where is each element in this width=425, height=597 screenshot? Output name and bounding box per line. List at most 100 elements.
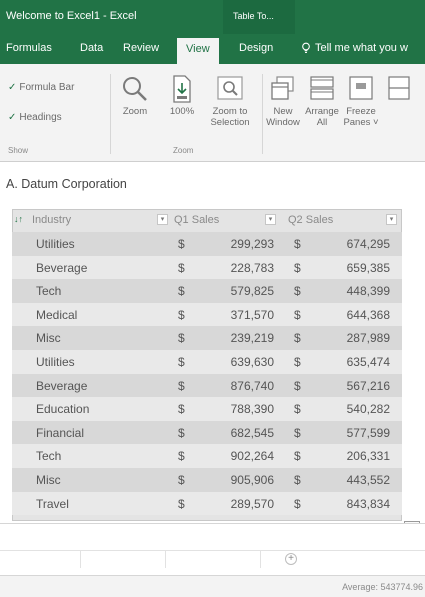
cell-industry[interactable]: Tech xyxy=(36,449,61,463)
checkmark-icon: ✓ xyxy=(8,82,17,93)
cell-q2-sales[interactable]: 206,331 xyxy=(347,449,390,463)
cell-currency-q1[interactable]: $ xyxy=(178,284,185,298)
cell-q1-sales[interactable]: 788,390 xyxy=(231,402,274,416)
cell-currency-q1[interactable]: $ xyxy=(178,402,185,416)
filter-dropdown-q2[interactable]: ▾ xyxy=(386,214,397,225)
zoom-100-button[interactable]: 100% xyxy=(164,74,200,117)
cell-currency-q1[interactable]: $ xyxy=(178,497,185,511)
tab-design[interactable]: Design xyxy=(239,42,273,54)
filter-dropdown-q1[interactable]: ▾ xyxy=(265,214,276,225)
cell-industry[interactable]: Travel xyxy=(36,497,69,511)
cell-q1-sales[interactable]: 876,740 xyxy=(231,379,274,393)
table-row[interactable]: Beverage $876,740 $567,216 xyxy=(12,373,402,398)
table-row[interactable]: Utilities $299,293 $674,295 xyxy=(12,232,402,256)
cell-q1-sales[interactable]: 682,545 xyxy=(231,426,274,440)
table-row[interactable]: Medical $371,570 $644,368 xyxy=(12,302,402,327)
header-q1-sales: Q1 Sales xyxy=(174,214,220,226)
cell-q2-sales[interactable]: 448,399 xyxy=(347,284,390,298)
table-row[interactable]: Tech $579,825 $448,399 xyxy=(12,279,402,303)
cell-industry[interactable]: Misc xyxy=(36,473,61,487)
show-group-label: Show xyxy=(8,146,29,155)
cell-q1-sales[interactable]: 239,219 xyxy=(231,331,274,345)
cell-q2-sales[interactable]: 635,474 xyxy=(347,355,390,369)
cell-currency-q2[interactable]: $ xyxy=(294,379,301,393)
lightbulb-icon xyxy=(302,42,310,53)
table-row[interactable]: Beverage $228,783 $659,385 xyxy=(12,255,402,280)
table-row[interactable]: Tech $902,264 $206,331 xyxy=(12,444,402,468)
arrange-all-button[interactable]: Arrange All xyxy=(303,74,341,128)
cell-q1-sales[interactable]: 902,264 xyxy=(231,449,274,463)
cell-currency-q2[interactable]: $ xyxy=(294,331,301,345)
cell-q1-sales[interactable]: 299,293 xyxy=(231,237,274,251)
sheet-title-cell[interactable]: A. Datum Corporation xyxy=(6,177,127,191)
cell-q2-sales[interactable]: 843,834 xyxy=(347,497,390,511)
cell-industry[interactable]: Tech xyxy=(36,284,61,298)
cell-currency-q2[interactable]: $ xyxy=(294,308,301,322)
zoom-button[interactable]: Zoom xyxy=(118,74,152,117)
cell-industry[interactable]: Misc xyxy=(36,331,61,345)
zoom-to-selection-button[interactable]: Zoom to Selection xyxy=(198,74,262,128)
cell-currency-q2[interactable]: $ xyxy=(294,426,301,440)
tab-review[interactable]: Review xyxy=(123,42,159,54)
cell-currency-q1[interactable]: $ xyxy=(178,426,185,440)
cell-currency-q2[interactable]: $ xyxy=(294,449,301,463)
cell-q2-sales[interactable]: 674,295 xyxy=(347,237,390,251)
cell-q1-sales[interactable]: 228,783 xyxy=(231,261,274,275)
cell-currency-q1[interactable]: $ xyxy=(178,473,185,487)
cell-q2-sales[interactable]: 540,282 xyxy=(347,402,390,416)
headings-checkbox[interactable]: ✓ Headings xyxy=(8,112,62,123)
cell-q2-sales[interactable]: 567,216 xyxy=(347,379,390,393)
cell-currency-q1[interactable]: $ xyxy=(178,379,185,393)
cell-currency-q2[interactable]: $ xyxy=(294,497,301,511)
tab-view[interactable]: View xyxy=(177,38,219,64)
add-sheet-icon[interactable]: + xyxy=(285,553,297,565)
cell-q1-sales[interactable]: 289,570 xyxy=(231,497,274,511)
formula-bar-checkbox[interactable]: ✓ Formula Bar xyxy=(8,82,74,93)
cell-q2-sales[interactable]: 659,385 xyxy=(347,261,390,275)
freeze-panes-button[interactable]: Freeze Panes ˅ xyxy=(343,74,379,128)
cell-currency-q1[interactable]: $ xyxy=(178,261,185,275)
cell-currency-q2[interactable]: $ xyxy=(294,473,301,487)
cell-currency-q2[interactable]: $ xyxy=(294,355,301,369)
table-row[interactable]: Education $788,390 $540,282 xyxy=(12,397,402,421)
table-row[interactable]: Misc $905,906 $443,552 xyxy=(12,467,402,492)
new-window-button[interactable]: New Window xyxy=(265,74,301,128)
cell-q2-sales[interactable]: 577,599 xyxy=(347,426,390,440)
cell-currency-q1[interactable]: $ xyxy=(178,308,185,322)
group-divider xyxy=(110,74,111,154)
cell-industry[interactable]: Utilities xyxy=(36,237,75,251)
cell-currency-q2[interactable]: $ xyxy=(294,284,301,298)
split-button[interactable] xyxy=(384,74,414,106)
table-row[interactable]: Travel $289,570 $843,834 xyxy=(12,491,402,516)
cell-industry[interactable]: Financial xyxy=(36,426,84,440)
table-row[interactable]: Misc $239,219 $287,989 xyxy=(12,326,402,350)
tell-me-search[interactable]: Tell me what you w xyxy=(300,42,408,54)
tab-data[interactable]: Data xyxy=(80,42,103,54)
filter-dropdown-industry[interactable]: ▾ xyxy=(157,214,168,225)
cell-currency-q2[interactable]: $ xyxy=(294,237,301,251)
cell-industry[interactable]: Beverage xyxy=(36,379,87,393)
tab-formulas[interactable]: Formulas xyxy=(6,42,52,54)
table-row[interactable]: Utilities $639,630 $635,474 xyxy=(12,349,402,374)
cell-currency-q1[interactable]: $ xyxy=(178,449,185,463)
table-row[interactable]: Financial $682,545 $577,599 xyxy=(12,420,402,445)
cell-q1-sales[interactable]: 905,906 xyxy=(231,473,274,487)
cell-q2-sales[interactable]: 443,552 xyxy=(347,473,390,487)
cell-industry[interactable]: Education xyxy=(36,402,89,416)
cell-currency-q1[interactable]: $ xyxy=(178,331,185,345)
cell-currency-q2[interactable]: $ xyxy=(294,402,301,416)
zoom-100-label: 100% xyxy=(169,106,195,117)
sheet-tab-bar: + xyxy=(0,523,425,575)
cell-currency-q1[interactable]: $ xyxy=(178,237,185,251)
worksheet-grid[interactable]: ↓↑ Industry ▾ Q1 Sales ▾ Q2 Sales ▾ Util… xyxy=(0,203,425,537)
cell-currency-q1[interactable]: $ xyxy=(178,355,185,369)
cell-industry[interactable]: Beverage xyxy=(36,261,87,275)
cell-q1-sales[interactable]: 371,570 xyxy=(231,308,274,322)
cell-q1-sales[interactable]: 639,630 xyxy=(231,355,274,369)
cell-q2-sales[interactable]: 644,368 xyxy=(347,308,390,322)
cell-currency-q2[interactable]: $ xyxy=(294,261,301,275)
cell-industry[interactable]: Utilities xyxy=(36,355,75,369)
cell-industry[interactable]: Medical xyxy=(36,308,77,322)
cell-q1-sales[interactable]: 579,825 xyxy=(231,284,274,298)
cell-q2-sales[interactable]: 287,989 xyxy=(347,331,390,345)
